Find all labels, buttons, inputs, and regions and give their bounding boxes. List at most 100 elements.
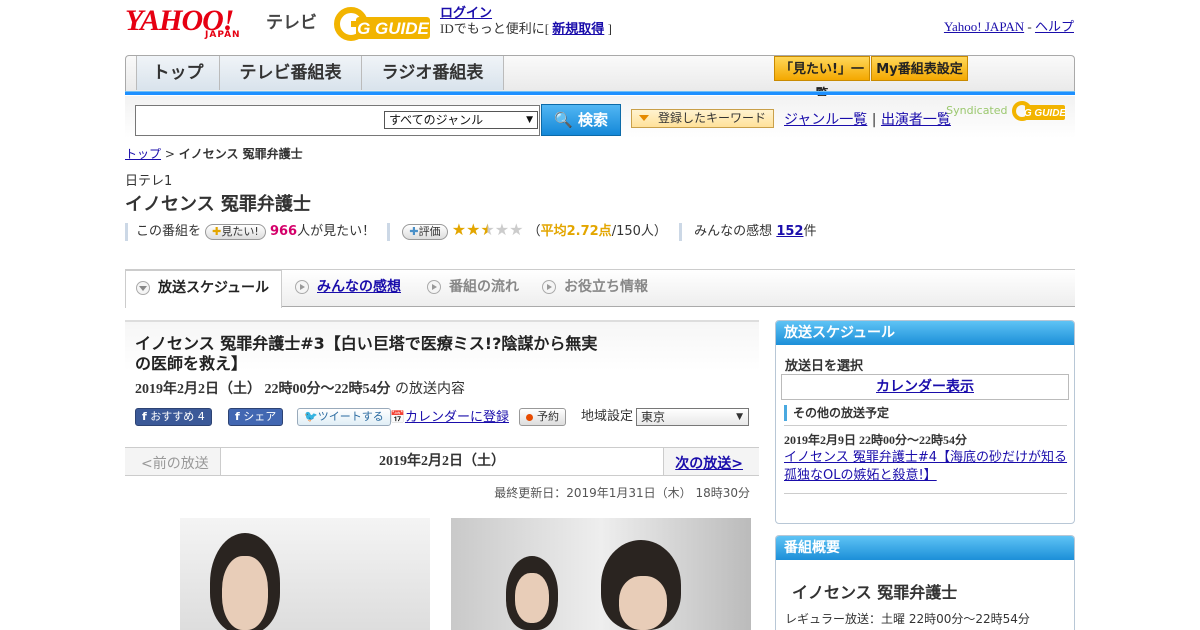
area-select[interactable]: 東京 ▼ — [636, 408, 749, 426]
facebook-share-label: シェア — [243, 410, 277, 423]
rating-open: （ — [527, 224, 541, 239]
facebook-recommend-button[interactable]: f おすすめ 4 — [135, 408, 212, 426]
tab-useful-info[interactable]: お役立ち情報 — [542, 270, 648, 306]
top-link-sep: - — [1027, 19, 1032, 34]
want-count: 966 — [269, 224, 298, 239]
add-calendar-link[interactable]: カレンダーに登録 — [405, 410, 509, 425]
genre-list-link[interactable]: ジャンル一覧 — [784, 112, 867, 128]
chevron-down-icon — [136, 281, 150, 295]
tweet-button[interactable]: 🐦ツイートする — [297, 408, 391, 426]
want-post: 人が見たい！ — [297, 224, 376, 239]
star-icon: ★ — [451, 220, 467, 239]
page-title: イノセンス 冤罪弁護士 — [125, 194, 311, 215]
breadcrumb-current: イノセンス 冤罪弁護士 — [178, 147, 303, 161]
star-icon: ★ — [466, 220, 481, 239]
stats-divider — [679, 222, 683, 241]
yahoo-japan-link[interactable]: Yahoo! JAPAN — [944, 19, 1024, 34]
impressions-label: みんなの感想 — [694, 224, 773, 239]
rating-average: 平均2.72点 — [540, 224, 612, 239]
breadcrumb: トップ > イノセンス 冤罪弁護士 — [125, 145, 303, 162]
search-button-label: 検索 — [577, 111, 608, 129]
chevron-down-icon: ▼ — [736, 412, 743, 422]
next-broadcast-link[interactable]: 次の放送> — [675, 453, 743, 473]
yahoo-logo[interactable]: YAHOO! JAPAN — [125, 4, 263, 41]
syndicated-badge: Syndicated G GUIDE — [946, 100, 1067, 122]
area-label: 地域設定 — [581, 409, 634, 424]
schedule-box: 放送スケジュール 放送日を選択 カレンダー表示 その他の放送予定 2019年2月… — [775, 320, 1075, 524]
calendar-view-button[interactable]: カレンダー表示 — [781, 374, 1069, 400]
facebook-share-button[interactable]: f シェア — [228, 408, 284, 426]
search-button[interactable]: 🔍 検索 — [541, 104, 621, 136]
plus-icon: ✚ — [212, 224, 222, 238]
episode-date-value: 2019年2月2日（土） 22時00分～22時54分 — [135, 382, 391, 397]
syndicated-label: Syndicated — [946, 104, 1008, 117]
login-sub-close: ] — [607, 21, 612, 36]
cast-list-link[interactable]: 出演者一覧 — [881, 112, 951, 128]
rating-button[interactable]: ✚評価 — [402, 223, 448, 240]
episode-date: 2019年2月2日（土） 22時00分～22時54分 の放送内容 — [135, 378, 465, 398]
broadcast-pager: <前の放送 2019年2月2日（土） 次の放送> — [125, 447, 759, 476]
divider — [784, 425, 1067, 426]
main-nav: トップ テレビ番組表 ラジオ番組表 「見たい!」一覧 My番組表設定 — [125, 55, 1075, 102]
calendar-view-link: カレンダー表示 — [876, 379, 974, 395]
tab-radio-schedule[interactable]: ラジオ番組表 — [362, 56, 504, 90]
twitter-icon: 🐦 — [304, 410, 318, 423]
summary-box-title: 番組概要 — [776, 536, 1074, 560]
signup-link[interactable]: 新規取得 — [552, 21, 604, 36]
my-schedule-button[interactable]: My番組表設定 — [871, 56, 968, 81]
tab-tv-schedule[interactable]: テレビ番組表 — [220, 56, 362, 90]
program-stats: この番組を ✚見たい! 966人が見たい！ ✚評価 ★★★★★ （平均2.72点… — [125, 220, 817, 241]
schedule-box-title: 放送スケジュール — [776, 321, 1074, 345]
registered-keywords-button[interactable]: 登録したキーワード — [631, 109, 774, 128]
syndicated-logo-text: G GUIDE — [1024, 108, 1067, 119]
divider — [784, 493, 1067, 494]
rating-button-label: 評価 — [418, 224, 441, 238]
genre-select[interactable]: すべてのジャンル ▼ — [384, 111, 538, 129]
tab-broadcast-schedule[interactable]: 放送スケジュール — [125, 270, 282, 308]
tweet-label: ツイートする — [317, 410, 384, 423]
want-pre: この番組を — [136, 224, 202, 239]
summary-program-title: イノセンス 冤罪弁護士 — [792, 583, 958, 602]
facebook-recommend-label: おすすめ 4 — [150, 410, 205, 423]
next-schedule-link[interactable]: イノセンス 冤罪弁護士#4【海底の砂だけが知る孤独なOLの嫉妬と殺意!】 — [784, 449, 1069, 485]
summary-box: 番組概要 イノセンス 冤罪弁護士 レギュラー放送：土曜 22時00分～22時54… — [775, 535, 1075, 630]
play-icon — [542, 280, 556, 294]
top-links: Yahoo! JAPAN - ヘルプ — [944, 16, 1074, 35]
help-link[interactable]: ヘルプ — [1035, 19, 1074, 34]
add-calendar: 📅カレンダーに登録 — [390, 407, 509, 428]
yahoo-logo-sub: JAPAN — [205, 30, 241, 40]
content-tabs: 放送スケジュール みんなの感想 番組の流れ お役立ち情報 — [125, 269, 1075, 308]
episode-panel: イノセンス 冤罪弁護士#3【白い巨塔で医療ミス!?陰謀から無実の医師を救え】 2… — [125, 320, 759, 445]
last-updated: 最終更新日：2019年1月31日（木） 18時30分 — [494, 486, 750, 500]
impressions-unit: 件 — [803, 224, 817, 239]
current-broadcast-date: 2019年2月2日（土） — [220, 448, 664, 475]
facebook-icon: f — [142, 410, 147, 423]
stats-divider — [387, 222, 391, 241]
program-photo — [451, 518, 751, 630]
episode-title: イノセンス 冤罪弁護士#3【白い巨塔で医療ミス!?陰謀から無実の医師を救え】 — [135, 334, 598, 373]
reserve-button[interactable]: 予約 — [519, 408, 566, 426]
breadcrumb-sep: > — [164, 147, 175, 161]
rating-count: /150人） — [611, 224, 667, 239]
tab-top[interactable]: トップ — [136, 56, 220, 90]
yahoo-logo-text: YAHOO! — [125, 4, 234, 37]
stats-divider — [125, 222, 128, 241]
link-divider: | — [871, 112, 877, 128]
next-schedule-date: 2019年2月9日 22時00分～22時54分 — [784, 433, 968, 447]
gguide-logo[interactable]: G GUIDE — [334, 7, 434, 41]
nav-accent-bar — [125, 91, 1075, 95]
impressions-count-link[interactable]: 152 — [776, 224, 803, 239]
want-list-button[interactable]: 「見たい!」一覧 — [774, 56, 870, 102]
login-sub-text: IDでもっと便利に[ — [440, 21, 550, 36]
want-button-label: 見たい! — [221, 224, 259, 238]
tab-impressions[interactable]: みんなの感想 — [295, 270, 401, 306]
service-name: テレビ — [266, 13, 317, 33]
search-bar: すべてのジャンル ▼ 🔍 検索 登録したキーワード ジャンル一覧 | 出演者一覧 … — [125, 96, 1075, 138]
login-link[interactable]: ログイン — [440, 6, 492, 21]
prev-broadcast: <前の放送 — [141, 456, 209, 472]
tab-label: 番組の流れ — [449, 279, 519, 295]
tab-program-flow[interactable]: 番組の流れ — [427, 270, 519, 306]
want-button[interactable]: ✚見たい! — [205, 223, 266, 240]
program-photo — [180, 518, 430, 630]
breadcrumb-top[interactable]: トップ — [125, 147, 161, 161]
